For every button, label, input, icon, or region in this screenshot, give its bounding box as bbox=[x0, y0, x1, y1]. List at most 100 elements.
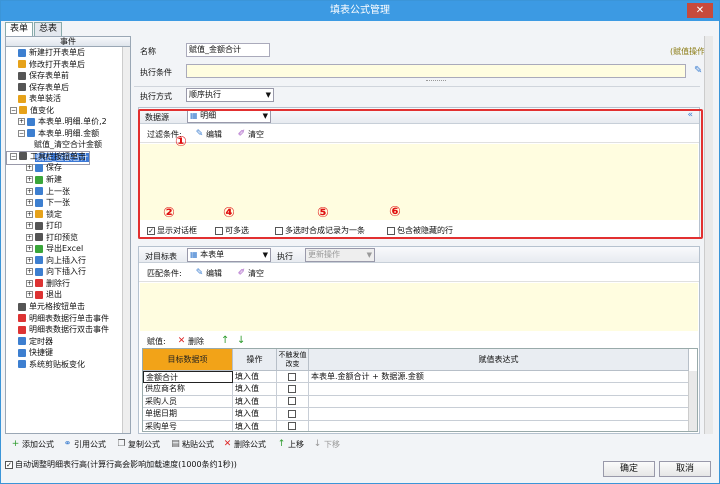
move-up-button[interactable]: ↑ 上移 bbox=[277, 439, 304, 450]
grid-cell-expr[interactable] bbox=[309, 383, 689, 396]
copy-formula-button[interactable]: ❐ 复制公式 bbox=[117, 439, 160, 450]
assign-delete-button[interactable]: ✕ 删除 bbox=[177, 336, 204, 347]
grid-cell-no-trigger[interactable] bbox=[277, 420, 309, 431]
checkbox-icon[interactable] bbox=[288, 409, 296, 418]
checkbox-icon[interactable] bbox=[288, 397, 296, 406]
expand-icon[interactable]: + bbox=[26, 210, 33, 218]
target-select[interactable]: ▦ 本表单 ▼ bbox=[187, 248, 271, 262]
exec-mode-select[interactable]: 顺序执行 ▼ bbox=[186, 88, 274, 102]
ref-formula-button[interactable]: ⚭ 引用公式 bbox=[63, 439, 106, 450]
grid-cell-target[interactable]: 采购单号 bbox=[143, 420, 233, 431]
tab-summary[interactable]: 总表 bbox=[34, 22, 63, 36]
collapse-icon[interactable]: − bbox=[10, 106, 17, 114]
tab-form[interactable]: 表单 bbox=[5, 22, 34, 36]
tree-node[interactable]: 表单装活 bbox=[6, 93, 130, 105]
tree-node[interactable]: 明细表数据行双击事件 bbox=[6, 324, 130, 336]
expand-icon[interactable]: + bbox=[18, 118, 25, 126]
checkbox-icon[interactable] bbox=[288, 384, 296, 393]
move-up-icon[interactable]: ↑ bbox=[221, 335, 229, 346]
grid-cell-expr[interactable] bbox=[309, 420, 689, 431]
tree-node[interactable]: 快捷键 bbox=[6, 347, 130, 359]
grid-cell-op[interactable]: 填入值 bbox=[233, 383, 277, 396]
expand-icon[interactable]: + bbox=[26, 233, 33, 241]
ok-button[interactable]: 确定 bbox=[603, 461, 655, 477]
close-button[interactable]: ✕ bbox=[687, 3, 713, 18]
paste-formula-button[interactable]: ▤ 粘贴公式 bbox=[171, 439, 214, 450]
tree-node[interactable]: + 上一张 bbox=[6, 186, 130, 198]
checkbox-icon[interactable] bbox=[288, 422, 296, 431]
grid-scrollbar[interactable] bbox=[688, 371, 697, 431]
expand-icon[interactable]: + bbox=[26, 176, 33, 184]
tree-node[interactable]: + 删除行 bbox=[6, 278, 130, 290]
collapse-icon[interactable]: − bbox=[10, 152, 17, 160]
grid-cell-op[interactable]: 填入值 bbox=[233, 371, 277, 384]
match-clear-button[interactable]: ✐ 清空 bbox=[237, 268, 264, 279]
grid-cell-op[interactable]: 填入值 bbox=[233, 395, 277, 409]
exec-cond-field[interactable] bbox=[186, 64, 686, 78]
main-scrollbar[interactable] bbox=[704, 36, 713, 434]
tree-node[interactable]: 修改打开表单后 bbox=[6, 59, 130, 71]
name-field[interactable]: 赋值_金额合计 bbox=[186, 43, 270, 57]
grid-cell-target[interactable]: 采购人员 bbox=[143, 395, 233, 409]
grid-cell-no-trigger[interactable] bbox=[277, 371, 309, 384]
grid-header-expr[interactable]: 赋值表达式 bbox=[309, 349, 689, 371]
grid-cell-expr[interactable]: 本表单.金额合计 + 数据源.金额 bbox=[309, 371, 689, 384]
grid-cell-target[interactable]: 供应商名称 bbox=[143, 383, 233, 396]
tree-scrollbar[interactable] bbox=[122, 47, 130, 433]
expand-icon[interactable]: + bbox=[26, 199, 33, 207]
match-expression-area[interactable] bbox=[140, 283, 698, 331]
move-down-icon[interactable]: ↓ bbox=[237, 335, 245, 346]
move-down-button[interactable]: ↓ 下移 bbox=[313, 439, 340, 450]
tree-node[interactable]: + 打印 bbox=[6, 220, 130, 232]
grid-cell-no-trigger[interactable] bbox=[277, 408, 309, 421]
tree-node[interactable]: + 锁定 bbox=[6, 209, 130, 221]
tree-node[interactable]: 定时器 bbox=[6, 336, 130, 348]
tree-node[interactable]: − 工具栏按钮单击 bbox=[6, 151, 130, 163]
grid-cell-op[interactable]: 填入值 bbox=[233, 408, 277, 421]
expand-icon[interactable]: + bbox=[26, 164, 33, 172]
grid-cell-no-trigger[interactable] bbox=[277, 395, 309, 409]
collapse-icon[interactable]: − bbox=[18, 129, 25, 137]
tree-node[interactable]: + 保存 bbox=[6, 162, 130, 174]
delete-formula-button[interactable]: ✕ 删除公式 bbox=[223, 439, 266, 450]
grid-cell-op[interactable]: 填入值 bbox=[233, 420, 277, 431]
expand-icon[interactable]: + bbox=[26, 187, 33, 195]
assign-op-link[interactable]: (赋值操作) bbox=[670, 46, 708, 57]
expand-icon[interactable]: + bbox=[26, 222, 33, 230]
expand-icon[interactable]: + bbox=[26, 245, 33, 253]
match-edit-button[interactable]: ✎ 编辑 bbox=[195, 268, 222, 279]
tree-node[interactable]: 保存表单前 bbox=[6, 70, 130, 82]
tree-node[interactable]: + 新建 bbox=[6, 174, 130, 186]
tree-node[interactable]: + 向上插入行 bbox=[6, 255, 130, 267]
tree-node[interactable]: + 打印预览 bbox=[6, 232, 130, 244]
splitter-grip[interactable] bbox=[426, 80, 446, 82]
cancel-button[interactable]: 取消 bbox=[659, 461, 711, 477]
tree-node[interactable]: 系统剪贴板变化 bbox=[6, 359, 130, 371]
tree-node[interactable]: + 向下插入行 bbox=[6, 266, 130, 278]
tree-node[interactable]: + 下一张 bbox=[6, 197, 130, 209]
expand-icon[interactable]: + bbox=[26, 279, 33, 287]
grid-header-no-trigger[interactable]: 不触发值改变 bbox=[277, 349, 309, 371]
expand-icon[interactable]: + bbox=[26, 291, 33, 299]
grid-cell-target[interactable]: 单据日期 bbox=[143, 408, 233, 421]
grid-header-target[interactable]: 目标数据项 bbox=[143, 349, 233, 371]
tree-node[interactable]: − 本表单.明细.金额 bbox=[6, 128, 130, 140]
tree-node[interactable]: 明细表数据行单击事件 bbox=[6, 313, 130, 325]
grid-cell-expr[interactable] bbox=[309, 395, 689, 409]
tree-node[interactable]: 新建打开表单后 bbox=[6, 47, 130, 59]
grid-cell-no-trigger[interactable] bbox=[277, 383, 309, 396]
tree-node[interactable]: − 值变化 bbox=[6, 105, 130, 117]
checkbox-icon[interactable] bbox=[288, 372, 296, 381]
expand-icon[interactable]: + bbox=[26, 268, 33, 276]
auto-row-height-option[interactable]: ✓ 自动调整明细表行高(计算行高会影响加载速度(1000条约1秒)) bbox=[5, 459, 237, 470]
pick-icon[interactable]: ✎ bbox=[694, 65, 702, 76]
tree-node[interactable]: 赋值_清空合计金额 bbox=[6, 139, 130, 151]
expand-icon[interactable]: + bbox=[26, 256, 33, 264]
grid-cell-expr[interactable] bbox=[309, 408, 689, 421]
grid-cell-target[interactable]: 金额合计 bbox=[143, 371, 233, 384]
tree-node[interactable]: 保存表单后 bbox=[6, 82, 130, 94]
tree-node[interactable]: + 本表单.明细.单价,2 bbox=[6, 116, 130, 128]
tree-node[interactable]: 单元格按钮单击 bbox=[6, 301, 130, 313]
grid-header-op[interactable]: 操作 bbox=[233, 349, 277, 371]
tree-node[interactable]: + 退出 bbox=[6, 289, 130, 301]
